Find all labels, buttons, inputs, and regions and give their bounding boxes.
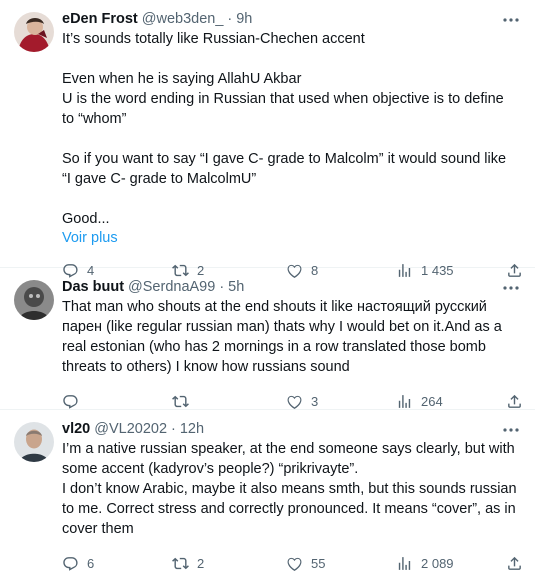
tweet-text: I’m a native russian speaker, at the end… xyxy=(62,439,524,539)
heart-icon xyxy=(287,557,302,571)
author-name[interactable]: eDen Frost xyxy=(62,10,138,29)
views-button[interactable]: 2 089 xyxy=(396,555,454,572)
tweet[interactable]: eDen Frost @web3den_ · 9h It’s sounds to… xyxy=(0,0,535,278)
tweet-header: vl20 @VL20202 · 12h xyxy=(62,420,521,439)
reply-icon xyxy=(63,556,78,571)
text-line: It’s sounds totally like Russian-Chechen… xyxy=(62,31,365,47)
views-button[interactable]: 264 xyxy=(396,393,443,410)
show-more-link[interactable]: Voir plus xyxy=(62,228,521,248)
view-count: 264 xyxy=(421,393,443,409)
retweet-button[interactable]: 2 xyxy=(172,555,204,572)
avatar-image-icon xyxy=(14,280,54,320)
like-button[interactable]: 3 xyxy=(286,393,318,410)
separator-dot: · xyxy=(171,421,176,437)
avatar[interactable] xyxy=(14,280,54,320)
tweet-actions: 6 2 55 2 089 xyxy=(62,553,521,573)
views-chart-icon xyxy=(398,394,411,408)
reply-icon xyxy=(63,394,78,409)
avatar-image-icon xyxy=(14,422,54,462)
text-line: U is the word ending in Russian that use… xyxy=(62,91,504,127)
like-count: 55 xyxy=(311,555,326,571)
separator-dot: · xyxy=(219,279,225,295)
author-handle[interactable]: @SerdnaA99 xyxy=(128,278,215,297)
timestamp[interactable]: 12h xyxy=(180,420,204,439)
heart-icon xyxy=(287,395,302,409)
avatar[interactable] xyxy=(14,12,54,52)
author-name[interactable]: Das buut xyxy=(62,278,124,297)
tweet-header: eDen Frost @web3den_ · 9h xyxy=(62,10,521,29)
text-line: I don’t know Arabic, maybe it also means… xyxy=(62,481,517,537)
share-icon xyxy=(508,394,521,408)
author-handle[interactable]: @VL20202 xyxy=(94,420,167,439)
author-name[interactable]: vl20 xyxy=(62,420,90,439)
text-line: Good... xyxy=(62,211,110,227)
retweet-button[interactable] xyxy=(172,393,197,410)
text-line: So if you want to say “I gave C- grade t… xyxy=(62,151,507,187)
timestamp[interactable]: 5h xyxy=(228,278,244,297)
like-button[interactable]: 55 xyxy=(286,555,325,572)
avatar[interactable] xyxy=(14,422,54,462)
retweet-icon xyxy=(172,395,189,407)
share-button[interactable] xyxy=(506,555,523,572)
text-line: I’m a native russian speaker, at the end… xyxy=(62,441,515,477)
retweet-icon xyxy=(172,557,189,569)
views-chart-icon xyxy=(398,556,411,570)
view-count: 2 089 xyxy=(421,555,454,571)
like-count: 3 xyxy=(311,393,319,409)
separator-dot: · xyxy=(227,11,233,27)
tweet[interactable]: vl20 @VL20202 · 12h I’m a native russian… xyxy=(0,410,535,573)
reply-button[interactable]: 6 xyxy=(62,555,94,572)
share-icon xyxy=(508,556,521,570)
tweet[interactable]: Das buut @SerdnaA99 · 5h That man who sh… xyxy=(0,268,535,410)
tweet-text: It’s sounds totally like Russian-Chechen… xyxy=(62,29,512,229)
text-line: That man who shouts at the end shouts it… xyxy=(62,299,502,375)
text-line: Even when he is saying AllahU Akbar xyxy=(62,71,302,87)
reply-count: 6 xyxy=(87,555,95,571)
share-button[interactable] xyxy=(506,393,523,410)
timestamp[interactable]: 9h xyxy=(236,10,252,29)
more-options-icon[interactable] xyxy=(501,420,521,439)
tweet-actions: 3 264 xyxy=(62,391,521,411)
author-handle[interactable]: @web3den_ xyxy=(142,10,224,29)
tweet-header: Das buut @SerdnaA99 · 5h xyxy=(62,278,521,297)
reply-button[interactable] xyxy=(62,393,87,410)
avatar-image-icon xyxy=(14,12,54,52)
more-options-icon[interactable] xyxy=(501,278,521,297)
retweet-count: 2 xyxy=(197,555,205,571)
tweet-text: That man who shouts at the end shouts it… xyxy=(62,297,524,377)
more-options-icon[interactable] xyxy=(501,10,521,29)
